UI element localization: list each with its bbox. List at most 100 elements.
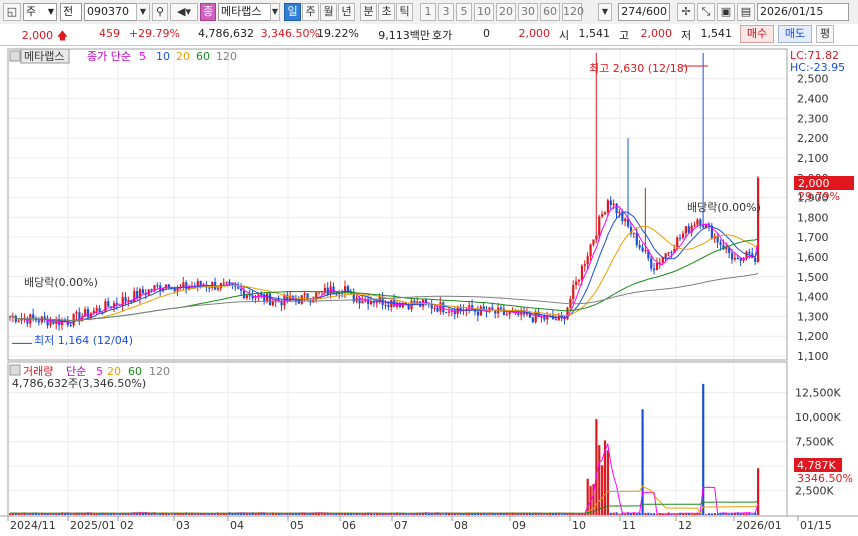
interval-20[interactable]: 20	[496, 3, 516, 21]
speaker-icon[interactable]: ◀▾	[170, 3, 198, 21]
volume-bar	[193, 514, 197, 515]
eval-button[interactable]: 평	[816, 25, 834, 43]
candle-body	[124, 297, 127, 302]
buy-button[interactable]: 매수	[740, 25, 774, 43]
candle-body	[638, 245, 641, 248]
candle-body	[156, 285, 159, 287]
candle-body	[216, 288, 220, 290]
period-second[interactable]: 초	[378, 3, 395, 21]
candle-body	[554, 319, 558, 321]
candle-body	[268, 293, 272, 306]
panel-menu-icon[interactable]	[9, 50, 21, 62]
current-price-value: 2,000	[21, 29, 54, 42]
open-value: 1,541	[578, 27, 611, 40]
type-select[interactable]: 주 ▼	[23, 3, 57, 21]
current-price: 2,000 🡅	[4, 27, 68, 46]
candle-body	[424, 299, 428, 303]
candle-body	[612, 203, 615, 205]
dividend-right-annotation: 배당락(0.00%)	[687, 201, 761, 214]
candle-body	[681, 233, 685, 238]
volume-bar	[196, 513, 199, 515]
candle-body	[693, 224, 696, 226]
candle-body	[72, 313, 75, 326]
volume-bar	[508, 513, 511, 515]
volume-bar	[473, 513, 477, 515]
volume-bar	[713, 513, 716, 515]
count-field[interactable]: 274/600	[618, 3, 670, 21]
candle-body	[17, 320, 20, 322]
interval-dropdown-icon[interactable]: ▼	[598, 3, 612, 21]
volume-bar	[566, 513, 569, 515]
period-minute[interactable]: 분	[360, 3, 377, 21]
candle-body	[271, 301, 275, 306]
candle-body	[641, 247, 644, 252]
candle-body	[748, 251, 751, 254]
ma-60-label: 60	[196, 50, 210, 63]
candle-body	[684, 226, 687, 234]
time-tick-label: 05	[290, 519, 304, 532]
interval-3[interactable]: 3	[438, 3, 454, 21]
time-tick-label: 08	[454, 519, 468, 532]
volume-bar	[43, 513, 46, 515]
volume-bar	[205, 514, 208, 515]
candle-body	[757, 177, 760, 262]
price-tick-label: 2,300	[797, 112, 829, 125]
chevron-down-icon: ▼	[47, 7, 54, 16]
volume-bar	[615, 512, 618, 515]
time-tick-label: 2024/11	[10, 519, 56, 532]
volume-bar	[372, 514, 376, 515]
code-dropdown-icon[interactable]: ▼	[136, 3, 150, 21]
volume-bar	[266, 514, 269, 515]
name-dropdown-icon[interactable]: ▼	[270, 3, 280, 21]
period-day[interactable]: 일	[284, 3, 301, 21]
volume-bar	[72, 514, 75, 515]
period-week[interactable]: 주	[302, 3, 319, 21]
save-icon[interactable]: ▣	[717, 3, 735, 21]
zoom-icon[interactable]: ⤡	[697, 3, 715, 21]
ma-label: 종가 단순	[87, 50, 131, 63]
volume-bar	[170, 514, 173, 515]
price-tick-label: 1,100	[797, 350, 829, 363]
interval-30[interactable]: 30	[518, 3, 538, 21]
period-year[interactable]: 년	[338, 3, 355, 21]
search-icon[interactable]: ⚲	[152, 3, 168, 21]
candle-body	[595, 235, 598, 240]
chart-area[interactable]: 2,5002,4002,3002,2002,1002,0001,9001,800…	[0, 46, 858, 536]
volume-total: 4,786,632주(3,346.50%)	[12, 377, 146, 390]
price-tick-label: 1,300	[797, 310, 829, 323]
high-value: 2,000	[640, 27, 673, 40]
chart-menu-icon[interactable]: ◱	[3, 3, 21, 21]
interval-120[interactable]: 120	[562, 3, 584, 21]
candle-body	[107, 301, 110, 307]
stock-badge: 종	[200, 3, 216, 21]
price-panel	[9, 52, 760, 344]
candle-body	[632, 232, 636, 234]
volume-bar	[560, 514, 563, 515]
interval-1[interactable]: 1	[420, 3, 436, 21]
market-select[interactable]: 전	[60, 3, 82, 21]
period-tick[interactable]: 틱	[396, 3, 413, 21]
candle-body	[618, 211, 621, 214]
volume-bar	[349, 513, 352, 515]
interval-60[interactable]: 60	[540, 3, 560, 21]
volume-bar	[531, 513, 534, 515]
crosshair-icon[interactable]: ✢	[677, 3, 695, 21]
volume-menu-icon[interactable]	[9, 364, 21, 376]
date-field[interactable]: 2026/01/15	[757, 3, 849, 21]
candle-body	[719, 242, 722, 245]
interval-10[interactable]: 10	[474, 3, 494, 21]
volume-bar	[188, 513, 191, 515]
volume-bar	[598, 445, 601, 515]
count-value: 274	[621, 5, 643, 18]
sell-button[interactable]: 매도	[778, 25, 812, 43]
interval-5[interactable]: 5	[456, 3, 472, 21]
candle-body	[75, 312, 78, 314]
hoga-price: 2,000	[518, 27, 551, 40]
volume-bar	[546, 513, 549, 515]
candle-body	[702, 225, 705, 228]
period-month[interactable]: 월	[320, 3, 337, 21]
candle-body	[133, 290, 136, 303]
volume-bar	[297, 513, 301, 515]
print-icon[interactable]: ▤	[737, 3, 755, 21]
ma-120-label: 120	[216, 50, 237, 63]
